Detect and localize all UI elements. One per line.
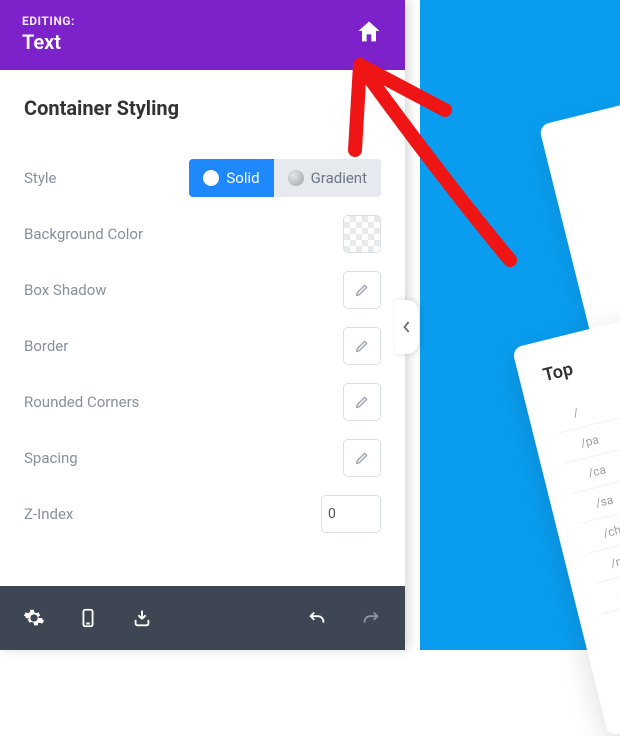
gear-icon (23, 607, 45, 629)
style-solid-button[interactable]: Solid (189, 159, 273, 197)
background-color-picker[interactable] (343, 215, 381, 253)
z-index-label: Z-Index (24, 505, 73, 523)
border-row: Border (24, 318, 381, 374)
download-icon (131, 607, 153, 629)
home-icon (355, 18, 383, 46)
editing-label: EDITING: (22, 14, 75, 28)
rounded-corners-row: Rounded Corners (24, 374, 381, 430)
mobile-icon (77, 607, 99, 629)
panel-header: EDITING: Text (0, 0, 405, 70)
box-shadow-row: Box Shadow (24, 262, 381, 318)
solid-swatch-icon (203, 170, 219, 186)
border-edit-button[interactable] (343, 327, 381, 365)
undo-icon (306, 607, 328, 629)
collapse-panel-button[interactable] (395, 300, 419, 354)
chevron-left-icon (402, 320, 412, 334)
undo-button[interactable] (303, 604, 331, 632)
rounded-corners-label: Rounded Corners (24, 393, 139, 411)
panel-footer (0, 586, 405, 650)
redo-button[interactable] (357, 604, 385, 632)
background-color-label: Background Color (24, 225, 143, 243)
mobile-preview-button[interactable] (74, 604, 102, 632)
section-title: Container Styling (24, 96, 381, 120)
style-gradient-label: Gradient (311, 169, 367, 187)
style-label: Style (24, 169, 57, 187)
pencil-icon (354, 338, 370, 354)
redo-icon (360, 607, 382, 629)
panel-body: Container Styling Style Solid Gradient B… (0, 70, 405, 586)
style-segmented: Solid Gradient (189, 159, 381, 197)
border-label: Border (24, 337, 68, 355)
preview-canvas: Top / /pa /ca /sa /ch /m /m (405, 0, 620, 650)
pencil-icon (354, 282, 370, 298)
rounded-corners-edit-button[interactable] (343, 383, 381, 421)
style-row: Style Solid Gradient (24, 150, 381, 206)
spacing-label: Spacing (24, 449, 78, 467)
editing-value: Text (22, 30, 75, 54)
gradient-swatch-icon (288, 170, 304, 186)
style-gradient-button[interactable]: Gradient (274, 159, 381, 197)
box-shadow-edit-button[interactable] (343, 271, 381, 309)
background-color-row: Background Color (24, 206, 381, 262)
settings-button[interactable] (20, 604, 48, 632)
z-index-input[interactable] (321, 495, 381, 533)
pencil-icon (354, 394, 370, 410)
editor-panel: EDITING: Text Container Styling Style So… (0, 0, 405, 650)
spacing-row: Spacing (24, 430, 381, 486)
save-button[interactable] (128, 604, 156, 632)
z-index-row: Z-Index (24, 486, 381, 542)
style-solid-label: Solid (226, 169, 259, 187)
pencil-icon (354, 450, 370, 466)
box-shadow-label: Box Shadow (24, 281, 107, 299)
home-button[interactable] (355, 18, 383, 50)
spacing-edit-button[interactable] (343, 439, 381, 477)
